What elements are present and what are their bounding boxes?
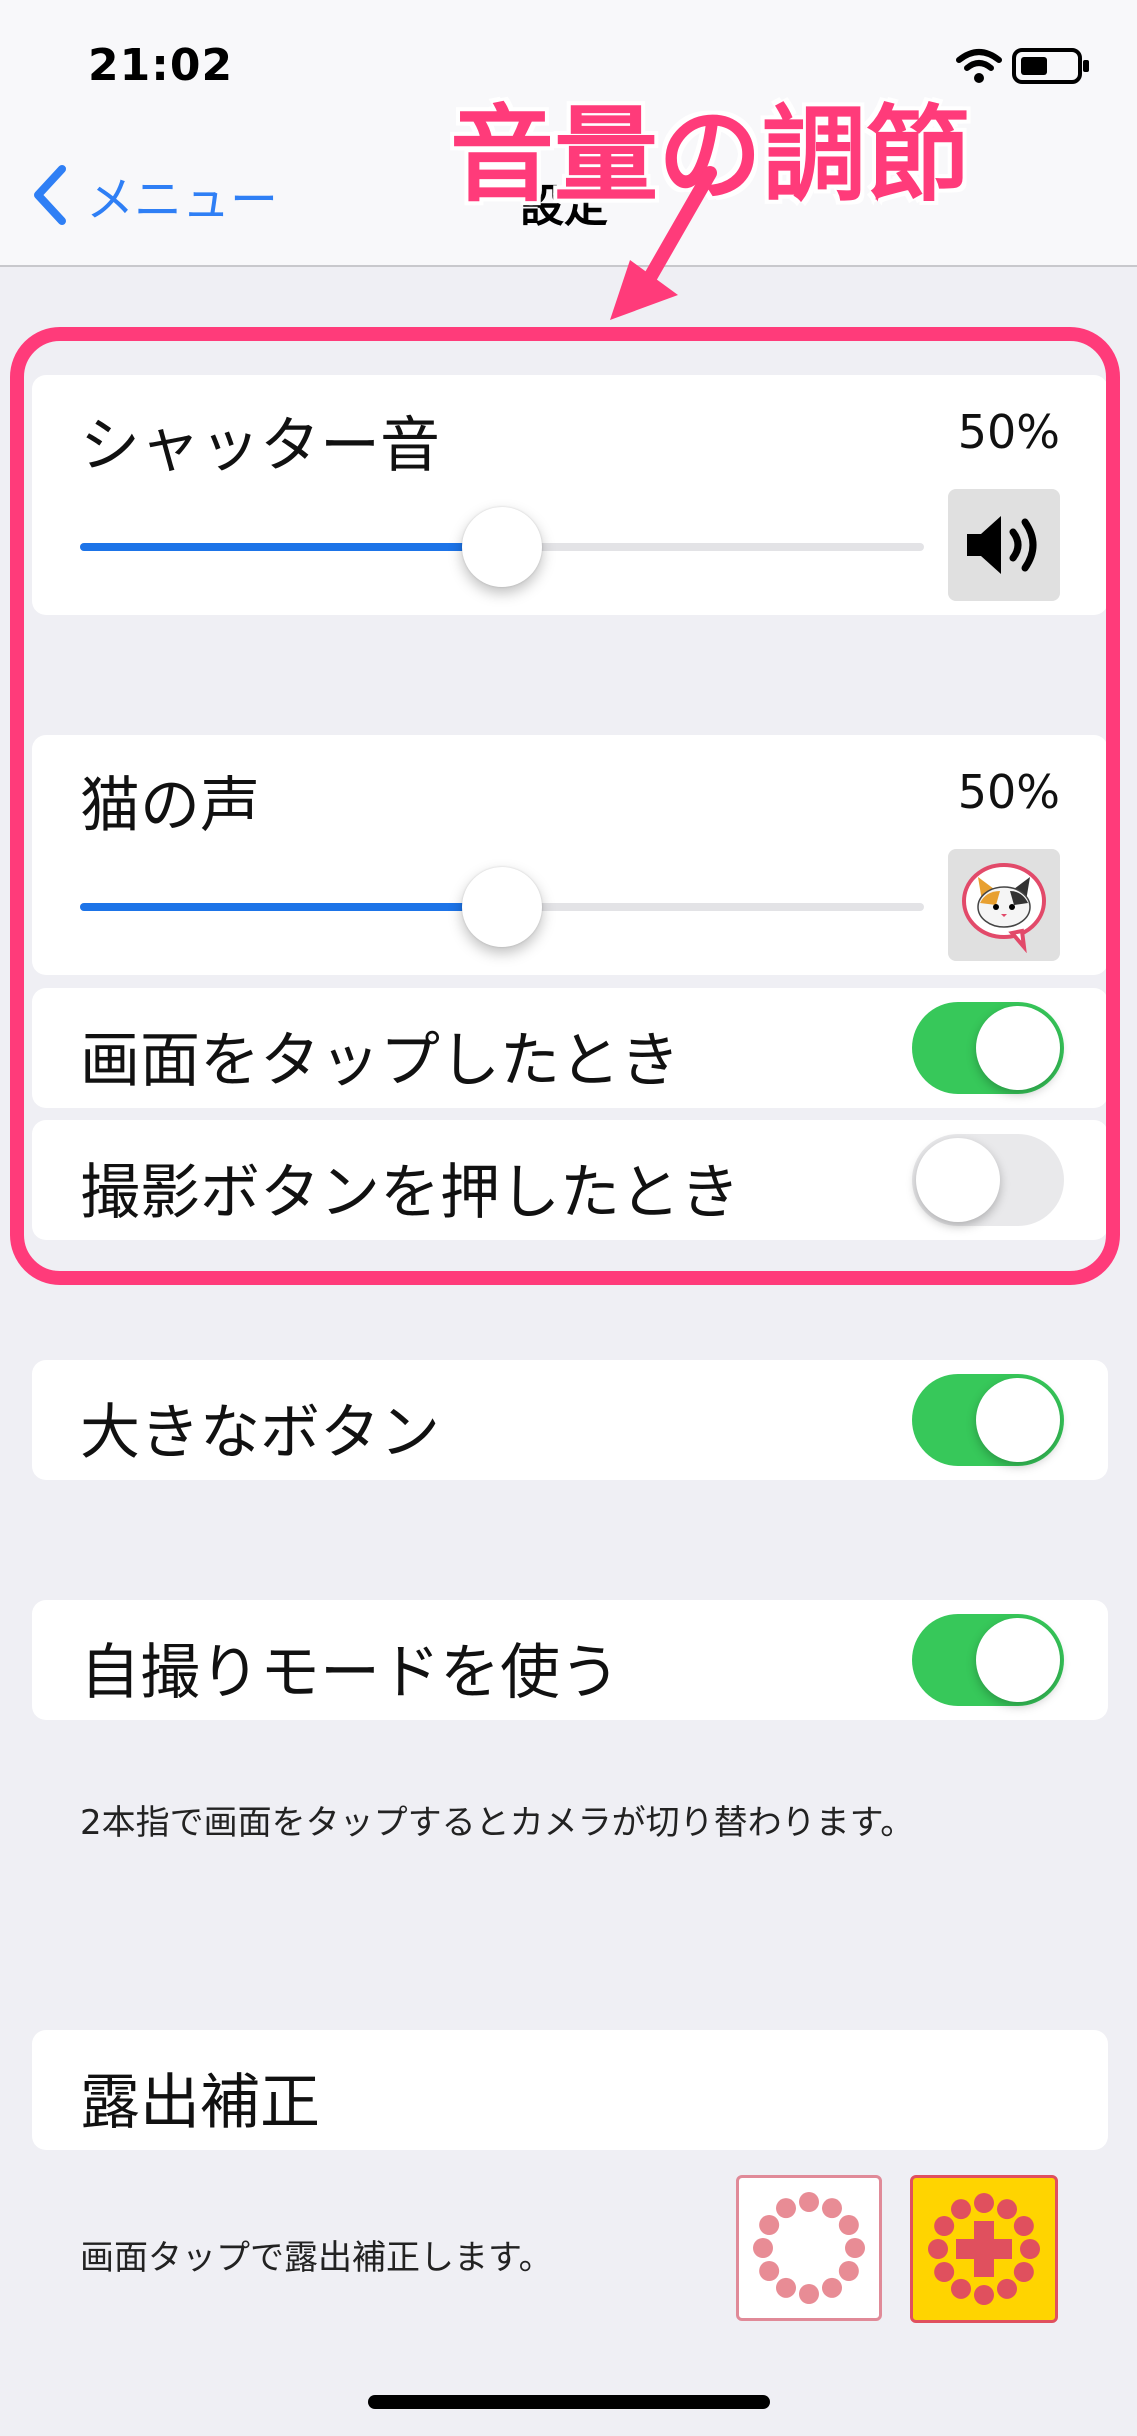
exposure-off-icon[interactable]: [736, 2175, 882, 2321]
plus-icon: [956, 2239, 1012, 2259]
exposure-dot: [1013, 2262, 1034, 2282]
big-button-label: 大きなボタン: [80, 1398, 440, 1468]
exposure-dot: [951, 2199, 971, 2220]
exposure-dot: [974, 2285, 994, 2305]
selfie-toggle[interactable]: [912, 1614, 1064, 1706]
exposure-dot: [799, 2284, 819, 2304]
big-button-row: 大きなボタン: [32, 1360, 1108, 1480]
exposure-dot: [838, 2261, 859, 2281]
exposure-dot: [838, 2215, 859, 2235]
exposure-dot: [822, 2198, 842, 2219]
exposure-dot: [974, 2193, 994, 2213]
status-time: 21:02: [88, 40, 234, 91]
exposure-dot: [951, 2278, 971, 2299]
home-indicator: [368, 2395, 770, 2409]
exposure-dot: [776, 2198, 796, 2219]
exposure-dot: [759, 2261, 780, 2281]
chevron-left-icon: [34, 165, 66, 225]
exposure-caption: 画面タップで露出補正します。: [80, 2238, 553, 2278]
exposure-dot: [776, 2277, 796, 2298]
exposure-dot: [845, 2238, 865, 2258]
exposure-dot: [934, 2262, 955, 2282]
exposure-dot: [1020, 2239, 1040, 2259]
exposure-on-icon[interactable]: [910, 2175, 1058, 2323]
selfie-row: 自撮りモードを使う: [32, 1600, 1108, 1720]
exposure-dot: [799, 2192, 819, 2212]
exposure-dot: [997, 2278, 1017, 2299]
battery-icon: [1012, 48, 1089, 84]
exposure-dot: [753, 2238, 773, 2258]
exposure-dot: [928, 2239, 948, 2259]
exposure-dot: [1013, 2216, 1034, 2236]
exposure-row[interactable]: 露出補正: [32, 2030, 1108, 2150]
annotation-highlight-box: [10, 327, 1120, 1285]
back-label: メニュー: [86, 172, 279, 228]
exposure-dot: [759, 2215, 780, 2235]
back-button[interactable]: メニュー: [30, 160, 278, 230]
annotation-arrow: [610, 166, 717, 320]
exposure-dot: [822, 2277, 842, 2298]
exposure-label: 露出補正: [80, 2068, 320, 2138]
selfie-label: 自撮りモードを使う: [80, 1638, 620, 1708]
toggle-knob: [976, 1378, 1060, 1462]
selfie-caption: 2本指で画面をタップするとカメラが切り替わります。: [80, 1803, 915, 1843]
exposure-dot: [997, 2199, 1017, 2220]
big-button-toggle[interactable]: [912, 1374, 1064, 1466]
exposure-dot: [934, 2216, 955, 2236]
toggle-knob: [976, 1618, 1060, 1702]
